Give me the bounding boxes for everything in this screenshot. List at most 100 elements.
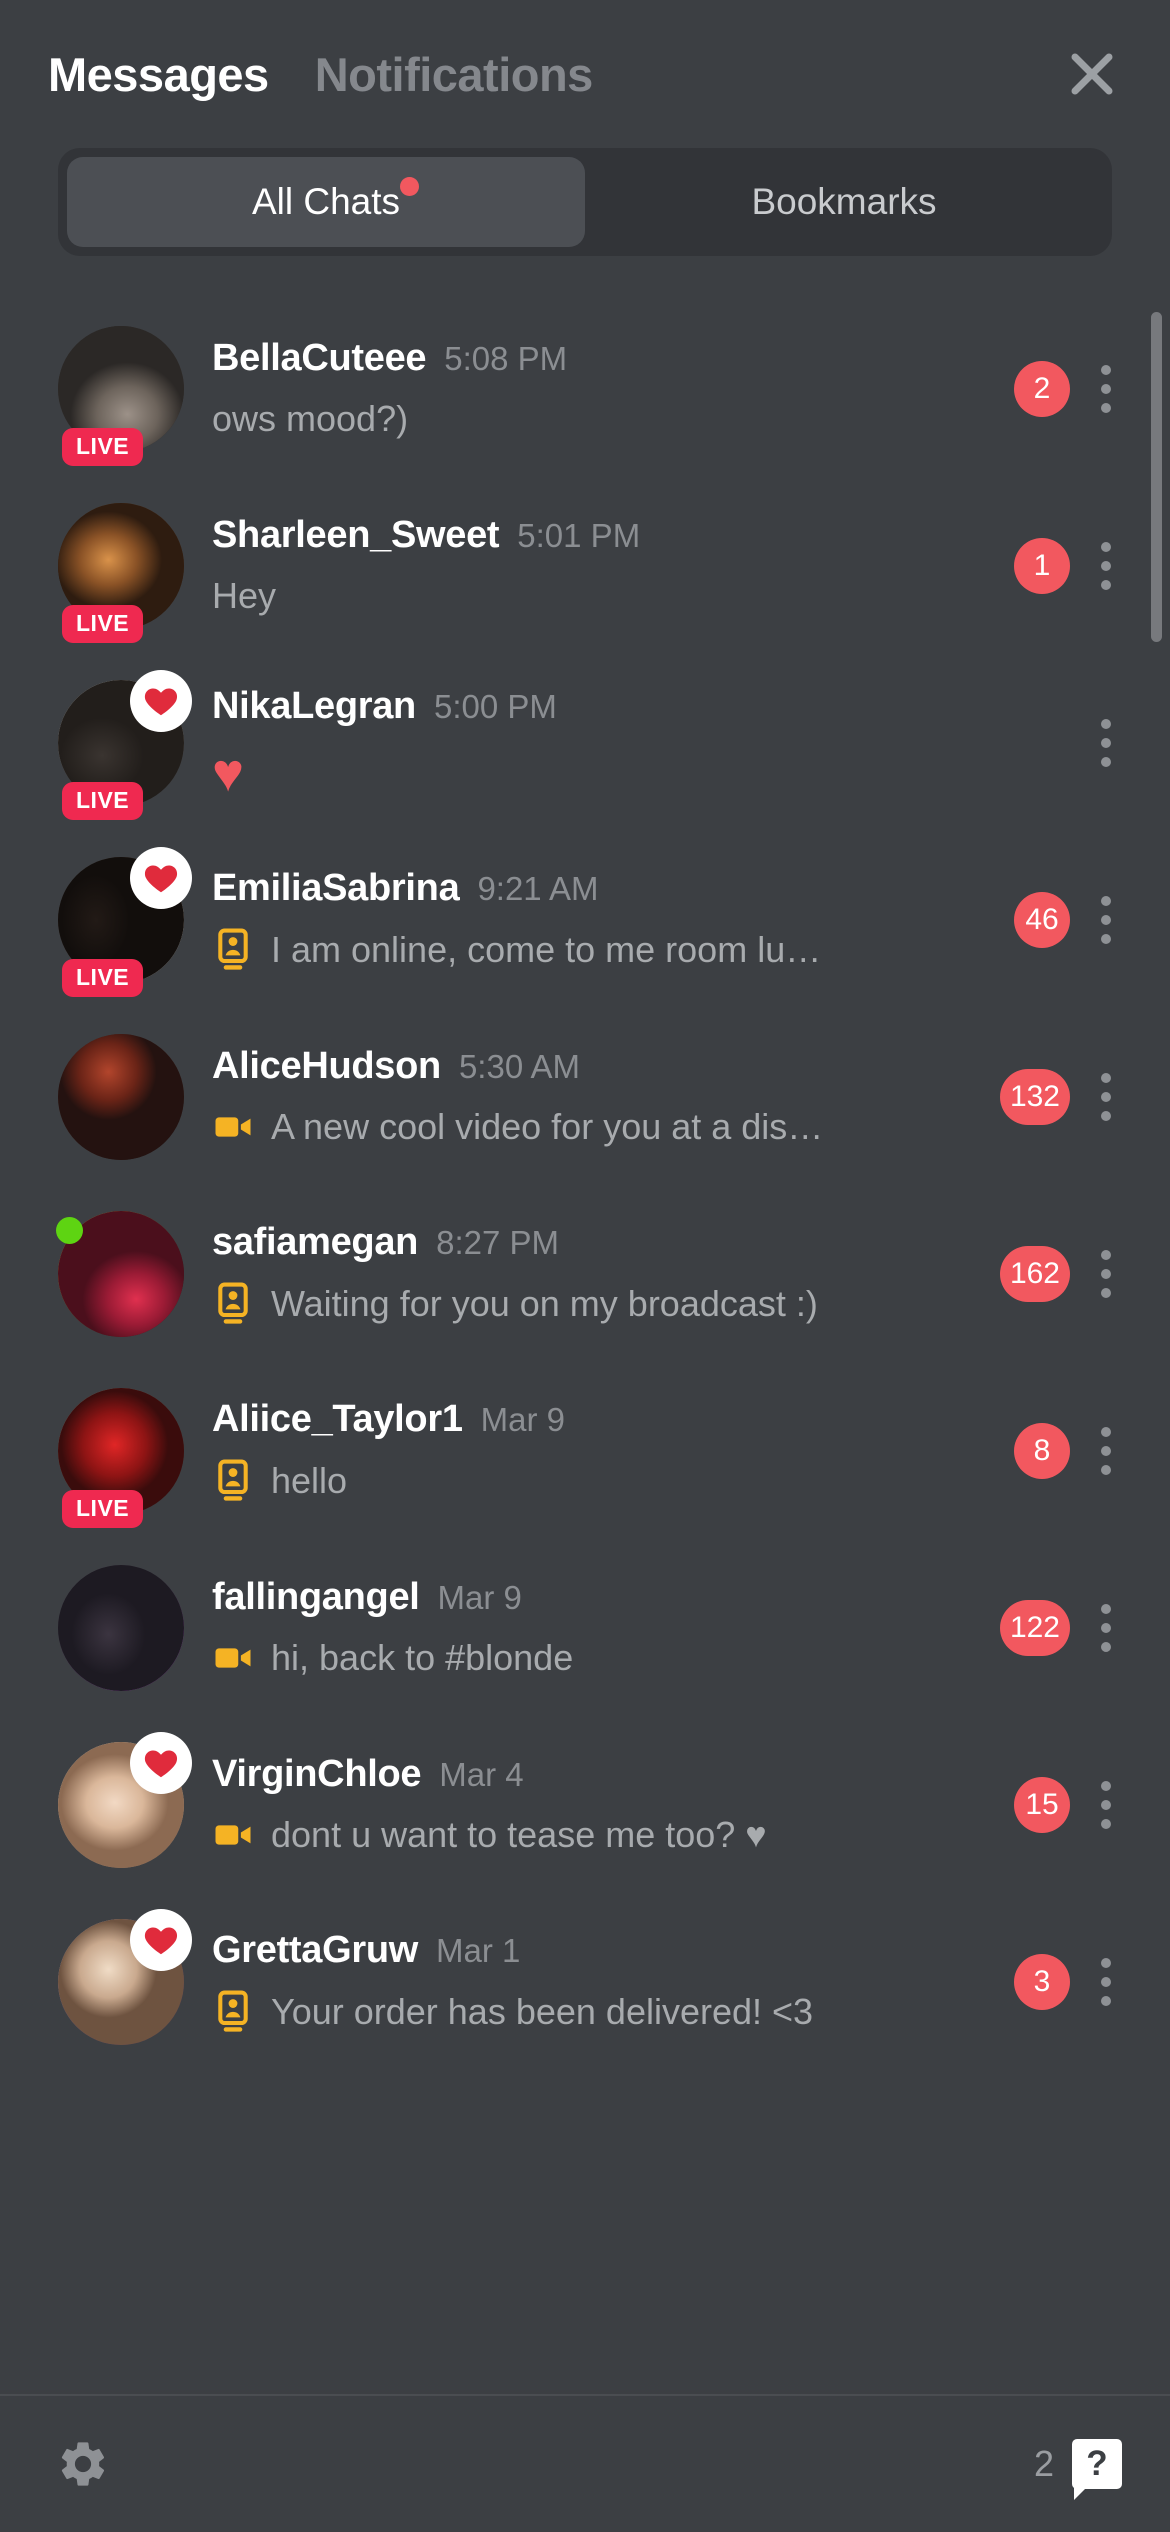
- vertical-scrollbar[interactable]: [1151, 312, 1162, 642]
- chat-preview-text: hello: [271, 1460, 348, 1501]
- segment-bookmarks[interactable]: Bookmarks: [585, 157, 1103, 247]
- chat-list-container: LIVE BellaCuteee 5:08 PM ows mood?) 2 LIVE Sha…: [0, 256, 1170, 2394]
- chat-preview-text: A new cool video for you at a dis…: [271, 1106, 824, 1147]
- footer-left-group: [56, 2437, 110, 2491]
- tab-notifications[interactable]: Notifications: [315, 51, 594, 98]
- chat-row[interactable]: LIVE EmiliaSabrina 9:21 AM I am online, com…: [0, 831, 1170, 1008]
- chat-options-menu-icon[interactable]: [1084, 1595, 1128, 1661]
- chat-options-menu-icon[interactable]: [1084, 710, 1128, 776]
- help-bubble-icon[interactable]: ?: [1072, 2439, 1122, 2500]
- chat-preview-text: Waiting for you on my broadcast :): [271, 1283, 818, 1324]
- chat-row-name-line: NikaLegran 5:00 PM: [212, 685, 998, 728]
- footer-right-group: 2 ?: [1034, 2439, 1122, 2500]
- unread-count-badge: 2: [1014, 360, 1070, 417]
- panel-header: Messages Notifications: [0, 0, 1170, 148]
- chat-username: Aliice_Taylor1: [212, 1398, 463, 1440]
- chat-options-menu-icon[interactable]: [1084, 533, 1128, 599]
- chat-row-actions: 2: [1008, 356, 1128, 422]
- chat-preview-text: Your order has been delivered! <3: [271, 1991, 814, 2032]
- avatar[interactable]: [58, 1033, 184, 1160]
- header-tab-list: Messages Notifications: [48, 51, 593, 98]
- unread-count-badge: 122: [999, 1599, 1070, 1656]
- broadcast-card-icon: [212, 1990, 254, 2034]
- chat-row-name-line: safiamegan 8:27 PM: [212, 1221, 984, 1264]
- chat-timestamp: 5:01 PM: [517, 517, 641, 554]
- segment-all-chats-label: All Chats: [251, 181, 401, 222]
- chat-row-text: safiamegan 8:27 PM Waiting for you on my b…: [184, 1221, 994, 1326]
- chat-row-actions: 132: [994, 1064, 1128, 1130]
- broadcast-card-icon: [212, 1459, 254, 1503]
- panel-footer: 2 ?: [0, 2394, 1170, 2532]
- chat-row[interactable]: fallingangel Mar 9 hi, back to #blonde 122: [0, 1539, 1170, 1716]
- chat-username: Sharleen_Sweet: [212, 514, 500, 556]
- chat-row-text: NikaLegran 5:00 PM ♥: [184, 685, 1008, 800]
- video-camera-icon: [212, 1106, 254, 1148]
- broadcast-card-icon: [212, 1282, 254, 1326]
- online-status-dot-icon: [56, 1216, 83, 1244]
- chat-options-menu-icon[interactable]: [1084, 1241, 1128, 1307]
- chat-username: EmiliaSabrina: [212, 867, 460, 909]
- chat-row-name-line: GrettaGruw Mar 1: [212, 1929, 998, 1972]
- chat-row-text: fallingangel Mar 9 hi, back to #blonde: [184, 1576, 994, 1679]
- chat-preview-text: hi, back to #blonde: [271, 1637, 574, 1678]
- chat-row[interactable]: VirginChloe Mar 4 dont u want to tease me …: [0, 1716, 1170, 1893]
- chat-row[interactable]: safiamegan 8:27 PM Waiting for you on my b…: [0, 1185, 1170, 1362]
- chat-row[interactable]: LIVE NikaLegran 5:00 PM ♥: [0, 654, 1170, 831]
- chat-list[interactable]: LIVE BellaCuteee 5:08 PM ows mood?) 2 LIVE Sha…: [0, 300, 1170, 2070]
- favorite-heart-icon: [130, 1731, 192, 1794]
- chat-timestamp: Mar 4: [439, 1756, 524, 1793]
- avatar[interactable]: [58, 1908, 192, 2045]
- chat-username: AliceHudson: [212, 1045, 441, 1087]
- chat-row-text: EmiliaSabrina 9:21 AM I am online, come to…: [184, 867, 1008, 972]
- chat-row-name-line: VirginChloe Mar 4: [212, 1753, 998, 1796]
- chat-row[interactable]: LIVE Aliice_Taylor1 Mar 9 hello 8: [0, 1362, 1170, 1539]
- close-icon[interactable]: [1056, 38, 1128, 110]
- chat-row-text: Aliice_Taylor1 Mar 9 hello: [184, 1398, 1008, 1503]
- chat-options-menu-icon[interactable]: [1084, 356, 1128, 422]
- chat-row-message-line: Waiting for you on my broadcast :): [212, 1282, 984, 1326]
- unread-count-badge: 1: [1014, 537, 1070, 594]
- chat-options-menu-icon[interactable]: [1084, 1418, 1128, 1484]
- chat-row-actions: 46: [1008, 887, 1128, 953]
- avatar[interactable]: [58, 1564, 184, 1691]
- live-badge: LIVE: [62, 958, 144, 997]
- chat-row-message-line: dont u want to tease me too? ♥: [212, 1814, 998, 1856]
- avatar[interactable]: LIVE: [58, 846, 192, 997]
- chat-timestamp: Mar 9: [480, 1401, 566, 1438]
- gear-icon[interactable]: [56, 2437, 110, 2491]
- chat-row-message-line: A new cool video for you at a dis…: [212, 1106, 984, 1148]
- chat-options-menu-icon[interactable]: [1084, 1064, 1128, 1130]
- chat-row[interactable]: LIVE Sharleen_Sweet 5:01 PM Hey 1: [0, 477, 1170, 654]
- chat-options-menu-icon[interactable]: [1084, 1772, 1128, 1838]
- unread-count-badge: 3: [1014, 1953, 1070, 2010]
- avatar[interactable]: LIVE: [58, 325, 184, 466]
- chat-username: GrettaGruw: [212, 1929, 419, 1971]
- broadcast-card-icon: [212, 928, 254, 972]
- chat-options-menu-icon[interactable]: [1084, 887, 1128, 953]
- messages-panel: Messages Notifications All Chats Bookmar…: [0, 0, 1170, 2532]
- avatar[interactable]: [58, 1731, 192, 1868]
- chat-options-menu-icon[interactable]: [1084, 1949, 1128, 2015]
- chat-row-actions: 8: [1008, 1418, 1128, 1484]
- chat-filter-segment-wrap: All Chats Bookmarks: [0, 148, 1170, 256]
- chat-row-message-line: I am online, come to me room lu…: [212, 928, 998, 972]
- chat-row[interactable]: GrettaGruw Mar 1 Your order has been deliv…: [0, 1893, 1170, 2070]
- chat-row-actions: [1008, 710, 1128, 776]
- avatar[interactable]: LIVE: [58, 1387, 184, 1528]
- avatar[interactable]: [56, 1210, 184, 1337]
- chat-row-name-line: Aliice_Taylor1 Mar 9: [212, 1398, 998, 1441]
- favorite-heart-icon: [130, 1908, 192, 1971]
- chat-timestamp: 9:21 AM: [477, 870, 599, 907]
- chat-row[interactable]: AliceHudson 5:30 AM A new cool video for y…: [0, 1008, 1170, 1185]
- chat-row-name-line: Sharleen_Sweet 5:01 PM: [212, 514, 998, 557]
- avatar[interactable]: LIVE: [58, 669, 192, 820]
- chat-row[interactable]: LIVE BellaCuteee 5:08 PM ows mood?) 2: [0, 300, 1170, 477]
- chat-timestamp: 8:27 PM: [436, 1224, 559, 1261]
- segment-all-chats[interactable]: All Chats: [67, 157, 585, 247]
- chat-row-name-line: AliceHudson 5:30 AM: [212, 1045, 984, 1088]
- unread-count-badge: 8: [1014, 1422, 1070, 1479]
- tab-messages[interactable]: Messages: [48, 51, 269, 98]
- chat-preview-text: ♥: [212, 746, 245, 800]
- avatar[interactable]: LIVE: [58, 502, 184, 643]
- chat-row-message-line: Your order has been delivered! <3: [212, 1990, 998, 2034]
